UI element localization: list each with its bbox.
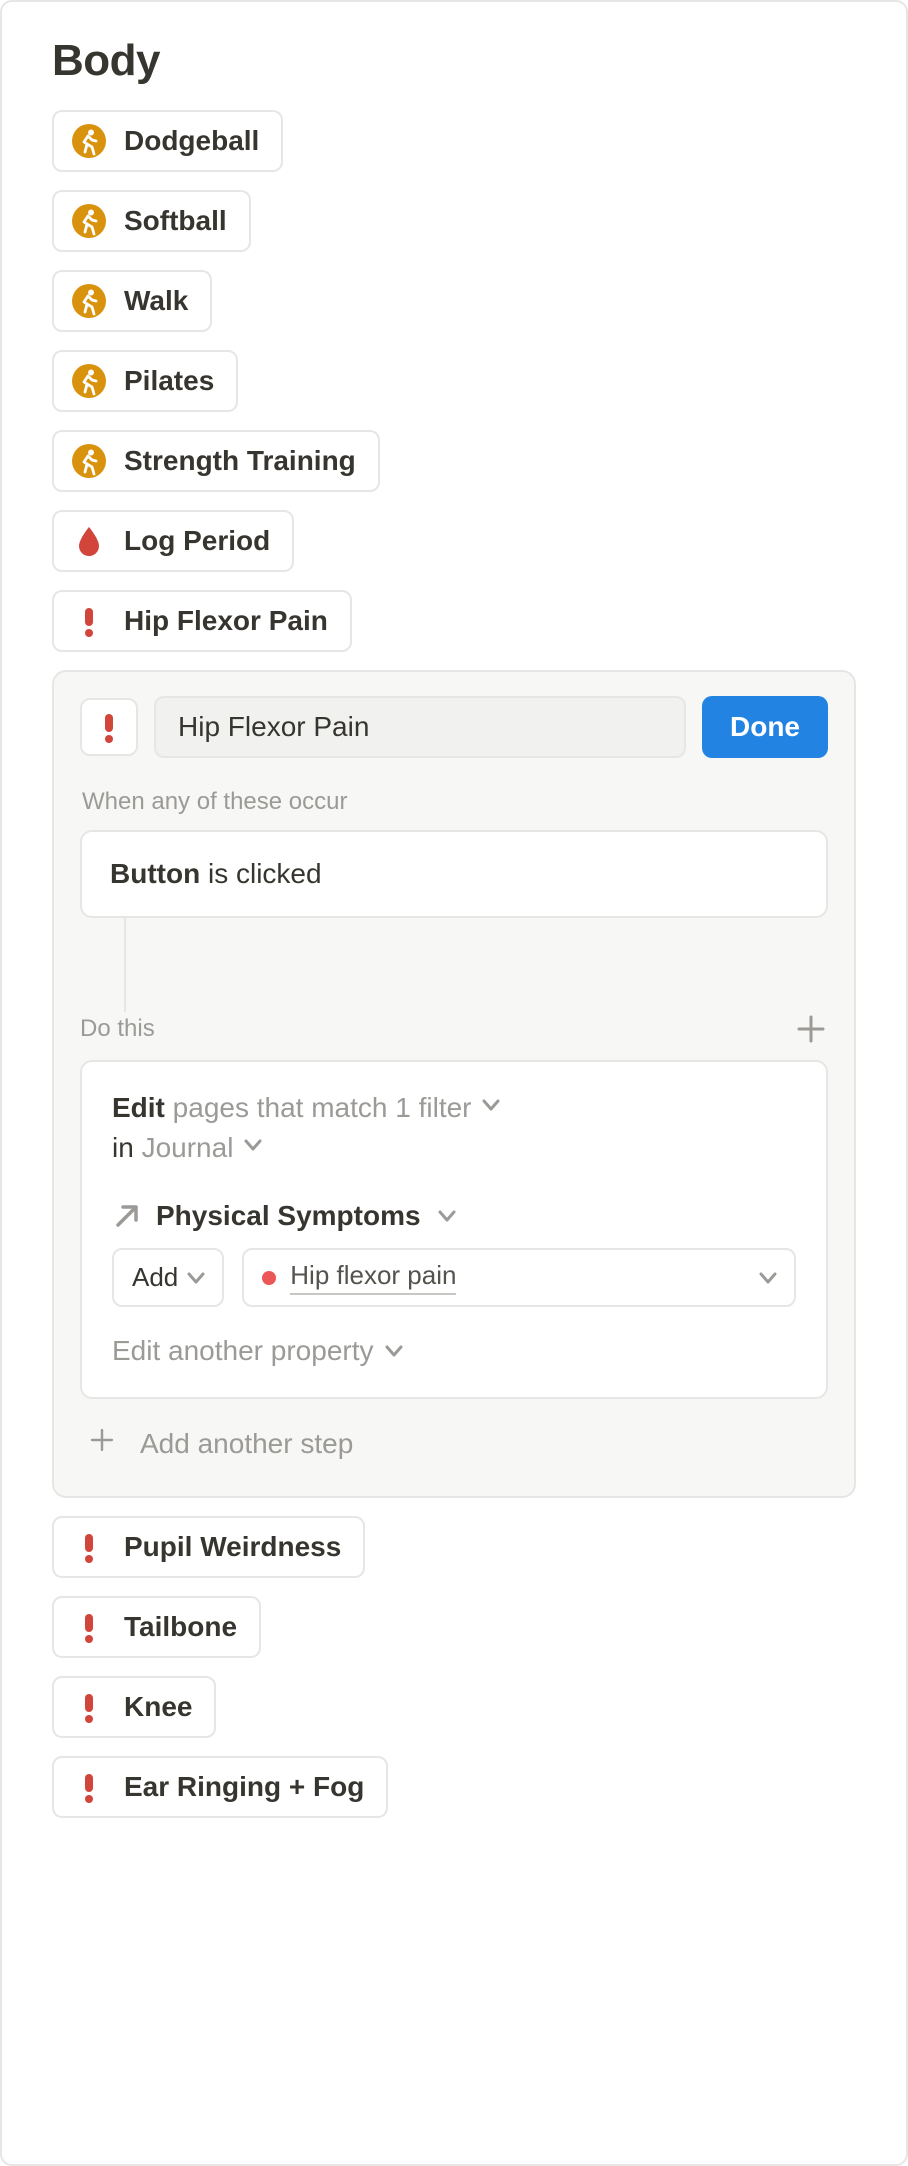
automation-title-row: Done	[80, 696, 828, 758]
body-panel: Body Dodgeball Softball Walk Pilates Strengt…	[0, 0, 908, 2166]
property-value-row: Add Hip flexor pain	[112, 1248, 796, 1307]
chip-label: Pupil Weirdness	[124, 1531, 341, 1563]
add-action-button[interactable]	[794, 1012, 828, 1046]
chip-label: Knee	[124, 1691, 192, 1723]
alert-icon	[72, 1770, 106, 1804]
alert-icon	[72, 1530, 106, 1564]
alert-icon	[72, 1690, 106, 1724]
chevron-down-icon	[756, 1266, 780, 1290]
edit-word: Edit	[112, 1092, 165, 1123]
add-label: Add	[132, 1262, 178, 1293]
chip-label: Softball	[124, 205, 227, 237]
chip-button[interactable]: Dodgeball	[52, 110, 283, 172]
chip-label: Hip Flexor Pain	[124, 605, 328, 637]
chip-button[interactable]: Strength Training	[52, 430, 380, 492]
chip-label: Tailbone	[124, 1611, 237, 1643]
chip-label: Strength Training	[124, 445, 356, 477]
red-dot-icon	[262, 1271, 276, 1285]
chip-button[interactable]: Pupil Weirdness	[52, 1516, 365, 1578]
chevron-down-icon	[382, 1339, 406, 1363]
chevron-down-icon	[241, 1133, 265, 1157]
relation-icon	[112, 1201, 142, 1231]
trigger-text: Button is clicked	[110, 858, 322, 889]
property-name: Physical Symptoms	[156, 1200, 421, 1232]
chip-button[interactable]: Tailbone	[52, 1596, 261, 1658]
property-row[interactable]: Physical Symptoms	[112, 1200, 796, 1232]
automation-editor: Done When any of these occur Button is c…	[52, 670, 856, 1498]
chip-label: Log Period	[124, 525, 270, 557]
db-name: Journal	[134, 1132, 234, 1163]
page-title: Body	[52, 36, 856, 86]
chip-button[interactable]: Knee	[52, 1676, 216, 1738]
trigger-rest: is clicked	[200, 858, 321, 889]
dothis-row: Do this	[80, 1012, 828, 1046]
action-card: Edit pages that match 1 filter in Journa…	[80, 1060, 828, 1399]
trigger-card[interactable]: Button is clicked	[80, 830, 828, 918]
tag-inner: Hip flexor pain	[262, 1260, 456, 1295]
chevron-down-icon	[435, 1204, 459, 1228]
edit-rest: pages that match 1 filter	[165, 1092, 472, 1123]
add-another-step-button[interactable]: Add another step	[80, 1399, 828, 1488]
edit-another-property-button[interactable]: Edit another property	[112, 1335, 406, 1367]
walk-icon	[72, 364, 106, 398]
trigger-section-label: When any of these occur	[82, 788, 828, 816]
drop-icon	[72, 524, 106, 558]
chip-button[interactable]: Softball	[52, 190, 251, 252]
chip-button[interactable]: Hip Flexor Pain	[52, 590, 352, 652]
tag-value-field[interactable]: Hip flexor pain	[242, 1248, 796, 1307]
alert-icon	[72, 1610, 106, 1644]
automation-title-input[interactable]	[154, 696, 686, 758]
alert-icon	[72, 604, 106, 638]
chip-button[interactable]: Walk	[52, 270, 212, 332]
tag-value-label: Hip flexor pain	[290, 1260, 456, 1295]
automation-icon-box[interactable]	[80, 698, 138, 756]
chip-label: Pilates	[124, 365, 214, 397]
edit-another-label: Edit another property	[112, 1335, 374, 1367]
action-db-line[interactable]: in Journal	[112, 1132, 796, 1164]
plus-icon	[794, 1012, 828, 1046]
chip-button[interactable]: Ear Ringing + Fog	[52, 1756, 388, 1818]
connector-line	[124, 918, 126, 1012]
walk-icon	[72, 204, 106, 238]
chip-list-top: Dodgeball Softball Walk Pilates Strength Tra…	[52, 110, 856, 652]
walk-icon	[72, 124, 106, 158]
chip-button[interactable]: Log Period	[52, 510, 294, 572]
chip-label: Dodgeball	[124, 125, 259, 157]
chip-button[interactable]: Pilates	[52, 350, 238, 412]
walk-icon	[72, 444, 106, 478]
plus-icon	[88, 1425, 116, 1462]
alert-icon	[92, 710, 126, 744]
add-step-label: Add another step	[140, 1428, 353, 1460]
walk-icon	[72, 284, 106, 318]
trigger-bold: Button	[110, 858, 200, 889]
chip-list-bottom: Pupil Weirdness Tailbone Knee Ear Ringing +…	[52, 1516, 856, 1818]
dothis-label: Do this	[80, 1015, 155, 1043]
add-mode-select[interactable]: Add	[112, 1248, 224, 1307]
done-button[interactable]: Done	[702, 696, 828, 758]
chip-label: Ear Ringing + Fog	[124, 1771, 364, 1803]
chevron-down-icon	[184, 1266, 208, 1290]
in-word: in	[112, 1132, 134, 1163]
action-edit-line[interactable]: Edit pages that match 1 filter	[112, 1092, 796, 1124]
chevron-down-icon	[479, 1093, 503, 1117]
chip-label: Walk	[124, 285, 188, 317]
